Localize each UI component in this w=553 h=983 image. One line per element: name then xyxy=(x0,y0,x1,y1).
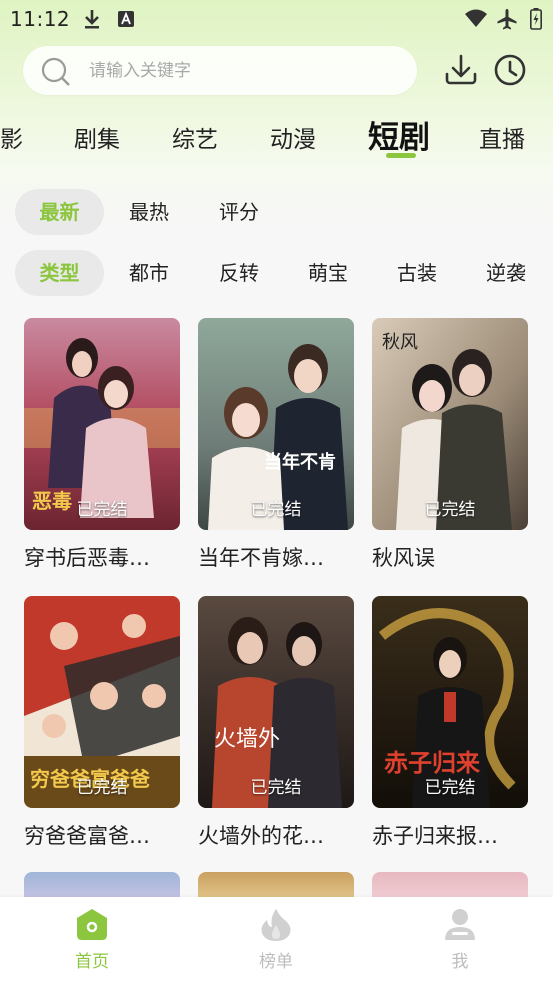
active-tab-indicator xyxy=(386,153,416,158)
nav-ranking-label: 榜单 xyxy=(259,952,293,972)
drama-card[interactable]: 穷爸爸富爸爸 已完结 穷爸爸富爸… xyxy=(24,596,180,850)
poster: 秋风 已完结 xyxy=(372,318,528,530)
svg-text:当年不肯: 当年不肯 xyxy=(264,451,336,473)
type-twist-chip[interactable]: 反转 xyxy=(194,250,284,296)
drama-card[interactable]: 当年不肯 已完结 当年不肯嫁… xyxy=(198,318,354,572)
status-badge: 已完结 xyxy=(250,500,302,520)
sort-newest-chip[interactable]: 最新 xyxy=(15,189,104,235)
tab-live[interactable]: 直播 xyxy=(479,120,525,154)
bottom-nav: 首页 榜单 我 xyxy=(0,897,553,983)
download-status-icon xyxy=(82,8,102,34)
tab-short-drama[interactable]: 短剧 xyxy=(368,112,430,157)
drama-card[interactable]: 赤子归来 已完结 赤子归来报… xyxy=(372,596,528,850)
nav-profile[interactable]: 我 xyxy=(415,907,505,972)
type-filter-row: 类型 都市 反转 萌宝 古装 逆袭 xyxy=(0,250,553,296)
nav-home-label: 首页 xyxy=(75,952,109,972)
history-button[interactable] xyxy=(492,52,528,88)
search-input[interactable] xyxy=(87,58,391,84)
drama-card[interactable]: 恶毒 已完结 穿书后恶毒… xyxy=(24,318,180,572)
svg-text:秋风: 秋风 xyxy=(382,332,418,353)
poster: 赤子归来 已完结 xyxy=(372,596,528,808)
user-icon xyxy=(445,909,475,940)
drama-card[interactable]: 秋风 已完结 秋风误 xyxy=(372,318,528,572)
drama-card[interactable]: 火墙外 已完结 火墙外的花… xyxy=(198,596,354,850)
battery-charging-icon xyxy=(530,8,542,34)
poster: 穷爸爸富爸爸 已完结 xyxy=(24,596,180,808)
status-badge: 已完结 xyxy=(424,778,476,798)
download-button[interactable] xyxy=(443,52,479,88)
download-icon xyxy=(445,54,477,85)
type-costume-chip[interactable]: 古装 xyxy=(372,250,462,296)
sort-rating-chip[interactable]: 评分 xyxy=(194,189,284,235)
status-badge: 已完结 xyxy=(424,500,476,520)
status-badge: 已完结 xyxy=(250,778,302,798)
tab-anime[interactable]: 动漫 xyxy=(270,120,316,154)
nav-home[interactable]: 首页 xyxy=(47,907,137,972)
nav-ranking[interactable]: 榜单 xyxy=(231,907,321,972)
drama-title: 穿书后恶毒… xyxy=(24,546,150,570)
tab-movie[interactable]: 影 xyxy=(0,120,23,154)
nav-profile-label: 我 xyxy=(451,952,469,972)
category-tabs: 影 剧集 综艺 动漫 短剧 直播 xyxy=(0,110,553,166)
airplane-mode-icon xyxy=(496,8,518,34)
app-notification-icon xyxy=(116,8,136,34)
wifi-icon xyxy=(464,8,488,32)
sort-filter-row: 最新 最热 评分 xyxy=(0,189,553,235)
type-all-chip[interactable]: 类型 xyxy=(15,250,104,296)
status-bar: 11:12 xyxy=(0,0,553,38)
drama-title: 火墙外的花… xyxy=(198,824,324,848)
flame-icon xyxy=(261,909,291,941)
drama-title: 当年不肯嫁… xyxy=(198,546,324,570)
drama-title: 穷爸爸富爸… xyxy=(24,824,150,848)
drama-title: 秋风误 xyxy=(372,546,435,570)
type-cute-baby-chip[interactable]: 萌宝 xyxy=(283,250,373,296)
tab-variety[interactable]: 综艺 xyxy=(172,120,218,154)
poster: 恶毒 已完结 xyxy=(24,318,180,530)
poster: 火墙外 已完结 xyxy=(198,596,354,808)
status-badge: 已完结 xyxy=(76,778,128,798)
drama-title: 赤子归来报… xyxy=(372,824,498,848)
type-urban-chip[interactable]: 都市 xyxy=(104,250,194,296)
tab-series[interactable]: 剧集 xyxy=(74,120,120,154)
svg-text:火墙外: 火墙外 xyxy=(214,727,280,752)
home-icon xyxy=(77,909,107,940)
sort-hottest-chip[interactable]: 最热 xyxy=(104,189,194,235)
search-bar[interactable] xyxy=(23,46,417,95)
status-time: 11:12 xyxy=(10,7,71,31)
status-badge: 已完结 xyxy=(76,500,128,520)
search-icon xyxy=(40,56,72,92)
poster: 当年不肯 已完结 xyxy=(198,318,354,530)
clock-icon xyxy=(494,54,526,86)
type-comeback-chip[interactable]: 逆袭 xyxy=(461,250,551,296)
